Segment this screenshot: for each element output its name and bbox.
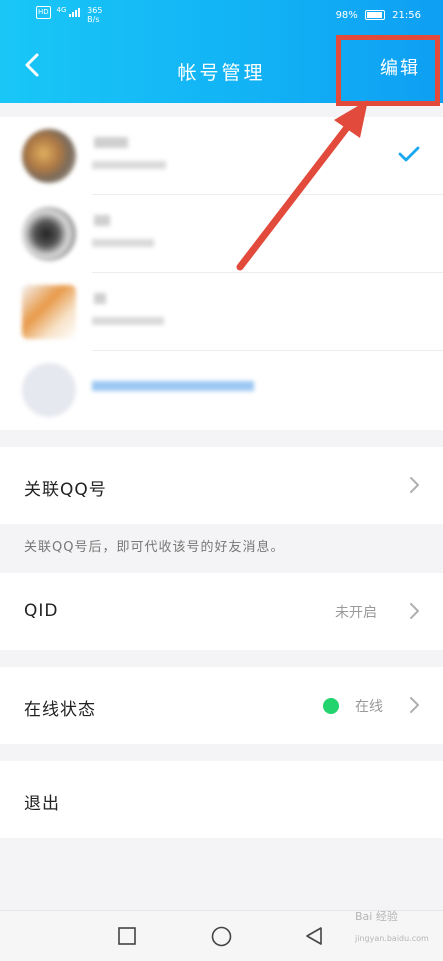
chevron-right-icon (410, 477, 419, 493)
add-account-item[interactable] (0, 351, 443, 429)
network-type: 4G (56, 6, 67, 14)
logout-row[interactable]: 退出 (0, 761, 443, 838)
speed-value: 365 (87, 6, 103, 15)
recent-apps-icon[interactable] (118, 927, 136, 945)
account-id-blurred (92, 317, 164, 325)
link-qq-row[interactable]: 关联QQ号 (0, 447, 443, 524)
avatar (22, 285, 76, 339)
clock: 21:56 (392, 10, 421, 21)
online-status-label: 在线状态 (24, 700, 96, 720)
add-account-icon (22, 363, 76, 417)
page-title: 帐号管理 (177, 62, 266, 84)
online-status-row[interactable]: 在线状态 在线 (0, 667, 443, 744)
account-id-blurred (92, 239, 154, 247)
checkmark-icon (398, 146, 420, 162)
account-id-blurred (92, 161, 166, 169)
chevron-right-icon (410, 697, 419, 713)
watermark-text: Bai 经验 (355, 910, 398, 923)
qid-value: 未开启 (335, 605, 377, 621)
network-speed: 365 B/s (87, 6, 102, 24)
online-status-value: 在线 (355, 699, 383, 715)
back-triangle-icon[interactable] (305, 926, 323, 946)
chevron-right-icon (410, 603, 419, 619)
battery-percent: 98% (335, 10, 358, 21)
qid-row[interactable]: QID 未开启 (0, 573, 443, 650)
battery-icon (364, 10, 385, 20)
link-qq-hint: 关联QQ号后，即可代收该号的好友消息。 (24, 540, 285, 555)
avatar (22, 129, 76, 183)
status-left: HD 4G 365 B/s (36, 6, 102, 24)
account-list (0, 117, 443, 430)
status-bar: HD 4G 365 B/s 98% 21:56 (0, 0, 443, 34)
logout-label: 退出 (24, 794, 60, 814)
app-header: HD 4G 365 B/s 98% 21:56 帐号管理 编辑 (0, 0, 443, 103)
hd-badge: HD (36, 6, 51, 19)
online-status-dot (323, 698, 339, 714)
account-name-blurred (94, 293, 106, 304)
link-qq-label: 关联QQ号 (24, 480, 107, 500)
account-item[interactable] (0, 117, 443, 195)
account-item[interactable] (0, 195, 443, 273)
edit-button[interactable]: 编辑 (380, 54, 420, 80)
account-name-blurred (94, 215, 110, 226)
watermark-url: jingyan.baidu.com (355, 934, 429, 943)
speed-unit: B/s (87, 15, 100, 24)
status-right: 98% 21:56 (336, 10, 421, 21)
add-account-link-blurred (92, 381, 254, 391)
home-icon[interactable] (211, 926, 232, 947)
account-name-blurred (94, 137, 128, 148)
avatar (22, 207, 76, 261)
qid-label: QID (24, 601, 59, 621)
signal-icon (69, 6, 81, 17)
account-item[interactable] (0, 273, 443, 351)
